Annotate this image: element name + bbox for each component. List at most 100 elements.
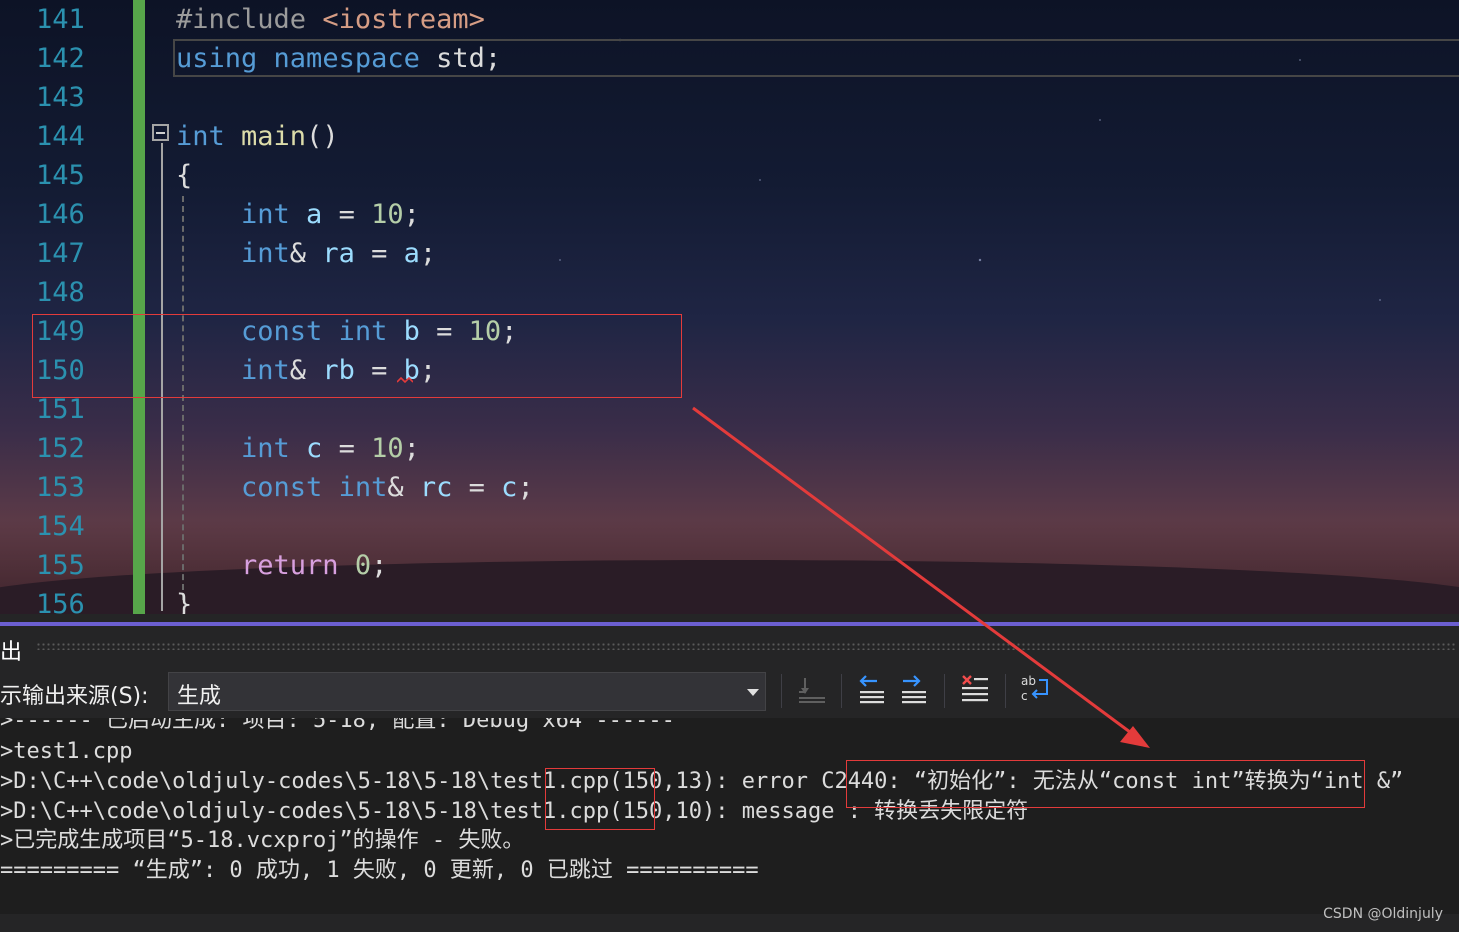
code-token: } <box>176 589 193 614</box>
code-token: b <box>387 316 420 347</box>
code-token: rb <box>322 355 355 386</box>
toolbar-separator <box>781 674 782 708</box>
code-token: 10 <box>371 199 404 230</box>
line-number: 142 <box>36 43 85 74</box>
line-number: 149 <box>36 316 85 347</box>
output-panel: 出 示输出来源(S): 生成 ab c >------ 已启动生成: 项目: 5… <box>0 614 1459 932</box>
code-token: = <box>322 199 372 230</box>
line-number: 154 <box>36 511 85 542</box>
code-line: int main() <box>176 117 339 156</box>
code-token: & <box>289 238 323 269</box>
code-line: const int b = 10; <box>176 312 517 351</box>
watermark: CSDN @Oldinjuly <box>1323 906 1443 922</box>
line-number: 147 <box>36 238 85 269</box>
code-token: main <box>224 121 307 152</box>
toolbar-separator <box>1005 674 1006 708</box>
code-token: ; <box>419 355 437 386</box>
output-line: >------ 已启动生成: 项目: 5-18, 配置: Debug x64 -… <box>0 718 675 733</box>
code-line: { <box>176 156 192 195</box>
code-token: ; <box>419 238 437 269</box>
line-number: 150 <box>36 355 85 386</box>
code-token: ; <box>403 433 420 464</box>
line-number: 152 <box>36 433 85 464</box>
code-token: a <box>403 238 420 269</box>
toolbar-separator <box>944 674 945 708</box>
code-editor[interactable]: 141 142 143 144 145 146 147 148 149 150 151 152 153 1… <box>0 0 1459 614</box>
code-token: & <box>289 355 323 386</box>
code-token: std; <box>419 43 502 74</box>
code-token: const <box>176 316 323 347</box>
code-token: 10 <box>468 316 502 347</box>
chevron-down-icon <box>747 689 759 696</box>
line-number: 148 <box>36 277 85 308</box>
code-token: c <box>289 433 323 464</box>
code-token: { <box>176 160 193 191</box>
code-token: rc <box>419 472 453 503</box>
code-token: int <box>338 472 388 503</box>
output-text-area[interactable]: >------ 已启动生成: 项目: 5-18, 配置: Debug x64 -… <box>0 718 1459 914</box>
fold-region-line <box>161 143 163 611</box>
code-token: int <box>176 238 290 269</box>
code-token: return <box>176 550 339 581</box>
code-token: int <box>176 199 290 230</box>
source-select-value: 生成 <box>177 684 222 709</box>
toolbar-separator <box>841 674 842 708</box>
panel-title: 出 <box>0 640 23 665</box>
code-line: int a = 10; <box>176 195 420 234</box>
code-token: = <box>354 238 404 269</box>
code-token: ; <box>517 472 534 503</box>
source-select[interactable]: 生成 <box>168 672 766 711</box>
code-token: ra <box>322 238 355 269</box>
code-token: & <box>387 472 420 503</box>
code-token: int <box>176 121 225 152</box>
code-token: a <box>289 199 323 230</box>
line-number: 156 <box>36 589 85 614</box>
code-token: = <box>419 316 469 347</box>
panel-drag-handle[interactable] <box>36 642 1456 650</box>
line-number: 145 <box>36 160 85 191</box>
line-number: 146 <box>36 199 85 230</box>
collapse-toggle-icon[interactable] <box>152 124 169 141</box>
output-line: >D:\C++\code\oldjuly-codes\5-18\5-18\tes… <box>0 769 1404 794</box>
code-token: ; <box>371 550 388 581</box>
code-token: () <box>306 121 339 152</box>
line-number: 143 <box>36 82 85 113</box>
word-wrap-icon[interactable]: ab c <box>1019 672 1053 706</box>
output-line: ========= “生成”: 0 成功, 1 失败, 0 更新, 0 已跳过 … <box>0 858 759 883</box>
code-token: int <box>176 355 290 386</box>
code-line: using namespace std; <box>176 39 501 78</box>
next-message-icon[interactable] <box>897 672 931 706</box>
code-token: ; <box>501 316 518 347</box>
previous-message-icon[interactable] <box>855 672 889 706</box>
code-line: return 0; <box>176 546 387 585</box>
change-tracking-bar <box>133 0 145 614</box>
code-line: const int& rc = c; <box>176 468 534 507</box>
line-number: 144 <box>36 121 85 152</box>
go-to-location-icon[interactable] <box>795 672 829 706</box>
output-line: >已完成生成项目“5-18.vcxproj”的操作 - 失败。 <box>0 828 525 853</box>
code-token: = <box>452 472 502 503</box>
code-line: int& rb = b; <box>176 351 436 390</box>
code-line: } <box>176 585 192 614</box>
line-number: 155 <box>36 550 85 581</box>
code-token: const <box>176 472 323 503</box>
code-token: int <box>338 316 388 347</box>
line-number: 151 <box>36 394 85 425</box>
code-token: ; <box>403 199 420 230</box>
svg-text:c: c <box>1021 689 1028 703</box>
clear-all-icon[interactable] <box>958 672 992 706</box>
error-squiggle <box>397 377 413 383</box>
svg-text:ab: ab <box>1021 674 1036 688</box>
line-number: 153 <box>36 472 85 503</box>
code-line: int c = 10; <box>176 429 420 468</box>
code-token: = <box>322 433 372 464</box>
code-token: 0 <box>354 550 372 581</box>
code-token: namespace <box>273 43 420 74</box>
code-token: 10 <box>371 433 404 464</box>
code-line: int& ra = a; <box>176 234 436 273</box>
code-token: int <box>176 433 290 464</box>
line-number: 141 <box>36 4 85 35</box>
code-line: #include <iostream> <box>176 0 485 39</box>
